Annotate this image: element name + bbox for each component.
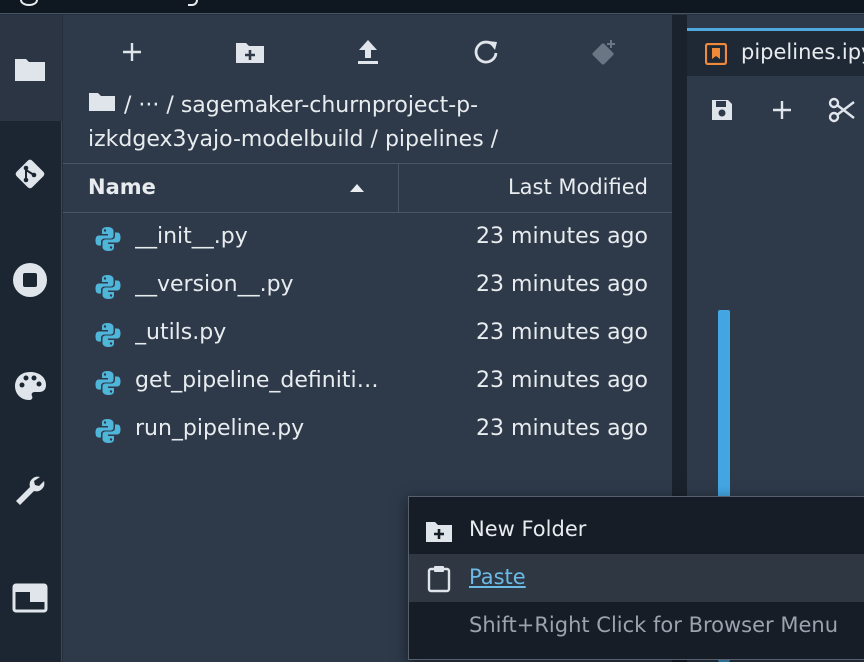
menu-item-paste[interactable]: Paste <box>409 554 864 602</box>
insert-cell-button[interactable] <box>767 95 797 125</box>
new-launcher-button[interactable] <box>117 37 147 67</box>
new-folder-icon <box>236 43 264 63</box>
menu-item-new-folder[interactable]: New Folder <box>409 506 864 554</box>
new-folder-button[interactable] <box>235 37 265 67</box>
save-icon <box>712 100 732 120</box>
file-name: __version__.py <box>135 272 294 297</box>
new-folder-icon <box>426 522 452 542</box>
python-file-icon <box>95 226 121 252</box>
file-modified: 23 minutes ago <box>476 272 648 297</box>
refresh-icon <box>474 40 498 64</box>
column-name-label: Name <box>88 175 156 199</box>
scissors-icon <box>828 97 855 123</box>
file-name: get_pipeline_definition.py <box>135 368 385 393</box>
breadcrumb-ellipsis[interactable]: ··· <box>138 93 159 118</box>
top-menu-bar <box>0 0 864 14</box>
clipboard-icon <box>427 566 451 593</box>
upload-button[interactable] <box>353 37 383 67</box>
file-modified: 23 minutes ago <box>476 320 648 345</box>
refresh-button[interactable] <box>471 37 501 67</box>
wrench-icon[interactable] <box>12 473 48 509</box>
file-name: run_pipeline.py <box>135 416 305 441</box>
notebook-icon <box>705 43 727 65</box>
python-file-icon <box>95 274 121 300</box>
file-row[interactable]: __init__.py 23 minutes ago <box>63 214 672 262</box>
running-terminals-icon[interactable] <box>12 262 48 298</box>
file-row[interactable]: get_pipeline_definition.py 23 minutes ago <box>63 358 672 406</box>
upload-icon <box>358 40 378 64</box>
file-list-header: Name Last Modified <box>63 163 672 213</box>
file-browser-icon[interactable] <box>12 51 48 87</box>
activity-bar <box>0 15 62 662</box>
column-header-last-modified[interactable]: Last Modified <box>508 175 648 199</box>
breadcrumb-separator: / <box>124 93 132 118</box>
home-folder-icon[interactable] <box>88 89 116 123</box>
python-file-icon <box>95 418 121 444</box>
file-row[interactable]: run_pipeline.py 23 minutes ago <box>63 406 672 454</box>
python-file-icon <box>95 322 121 348</box>
git-clone-icon <box>592 40 615 65</box>
sort-ascending-icon <box>350 184 364 192</box>
menu-item-label: Shift+Right Click for Browser Menu <box>469 613 838 637</box>
file-name: _utils.py <box>135 320 227 345</box>
notebook-tab-title: pipelines.ipynb <box>741 40 864 64</box>
plus-icon <box>773 101 791 119</box>
breadcrumb: / ··· / sagemaker-churnproject-p-izkdgex… <box>88 89 608 157</box>
breadcrumb-separator: / <box>370 127 378 152</box>
file-row[interactable]: _utils.py 23 minutes ago <box>63 310 672 358</box>
python-file-icon <box>95 370 121 396</box>
tabs-icon[interactable] <box>12 580 48 616</box>
file-name: __init__.py <box>135 224 248 249</box>
context-menu: New Folder Paste Shift+Right Click for B… <box>408 496 864 660</box>
menu-item-label: New Folder <box>469 517 587 541</box>
notebook-tab[interactable]: pipelines.ipynb <box>687 28 864 76</box>
file-modified: 23 minutes ago <box>476 368 648 393</box>
file-modified: 23 minutes ago <box>476 224 648 249</box>
file-modified: 23 minutes ago <box>476 416 648 441</box>
git-icon[interactable] <box>12 156 48 192</box>
git-clone-button[interactable] <box>588 37 618 67</box>
menu-fragment-icon <box>188 0 198 6</box>
breadcrumb-separator: / <box>166 93 174 118</box>
palette-icon[interactable] <box>12 368 48 404</box>
save-button[interactable] <box>707 95 737 125</box>
breadcrumb-separator: / <box>490 127 499 152</box>
column-header-name[interactable]: Name <box>63 164 399 212</box>
breadcrumb-subfolder[interactable]: pipelines <box>385 127 484 152</box>
menu-item-label: Paste <box>469 565 526 589</box>
cut-button[interactable] <box>827 95 857 125</box>
app-logo-icon <box>20 0 38 6</box>
menu-item-browser-menu-hint: Shift+Right Click for Browser Menu <box>409 602 864 650</box>
plus-icon <box>123 43 141 61</box>
file-row[interactable]: __version__.py 23 minutes ago <box>63 262 672 310</box>
